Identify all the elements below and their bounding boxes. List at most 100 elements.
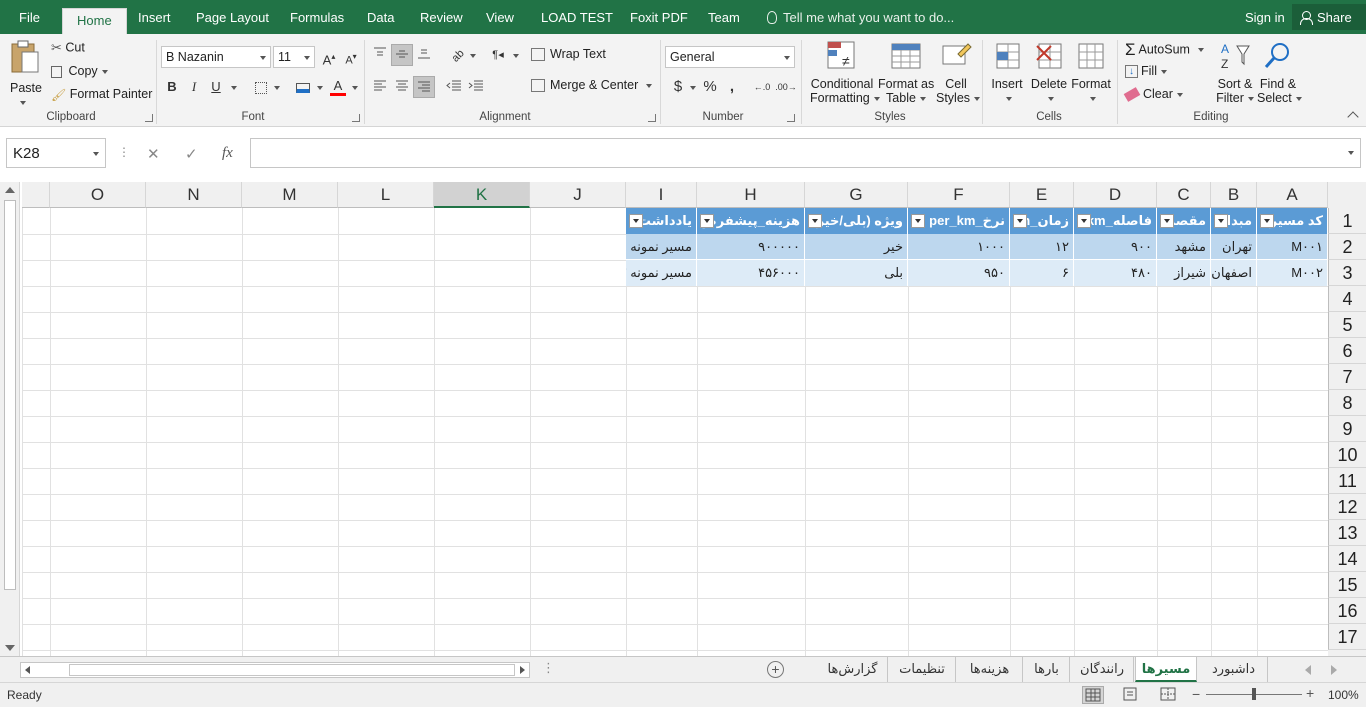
row-header-2[interactable]: 2 [1328, 234, 1366, 260]
align-bottom-icon[interactable] [413, 44, 435, 66]
comma-format-icon[interactable]: , [721, 76, 743, 98]
align-left-icon[interactable] [369, 76, 391, 98]
column-header-h[interactable]: H [697, 182, 805, 208]
table-cell[interactable]: ۴۸۰ [1074, 260, 1157, 286]
fill-color-icon[interactable] [292, 76, 314, 98]
font-size-select[interactable]: 11 [273, 46, 315, 68]
underline-button[interactable]: U [205, 76, 227, 98]
zoom-slider-knob[interactable] [1252, 688, 1256, 700]
row-header-11[interactable]: 11 [1328, 468, 1366, 494]
percent-format-icon[interactable]: % [699, 76, 721, 98]
bold-button[interactable]: B [161, 76, 183, 98]
filter-dropdown-icon[interactable] [911, 214, 925, 228]
column-header-g[interactable]: G [805, 182, 908, 208]
tab-review[interactable]: Review [420, 10, 463, 25]
alignment-launcher-icon[interactable] [648, 114, 656, 122]
split-handle-icon[interactable]: ⋮ [542, 660, 555, 676]
filter-dropdown-icon[interactable] [629, 214, 643, 228]
clipboard-launcher-icon[interactable] [145, 114, 153, 122]
table-cell[interactable]: بلی [805, 260, 908, 286]
column-header-o[interactable]: O [50, 182, 146, 208]
table-cell[interactable]: اصفهان [1211, 260, 1257, 286]
font-launcher-icon[interactable] [352, 114, 360, 122]
currency-format-icon[interactable]: $ [667, 76, 689, 98]
table-cell[interactable]: خیر [805, 234, 908, 260]
hscroll-thumb[interactable] [69, 664, 515, 676]
row-header-4[interactable]: 4 [1328, 286, 1366, 312]
column-header-f[interactable]: F [908, 182, 1010, 208]
row-header-7[interactable]: 7 [1328, 364, 1366, 390]
format-as-table-button[interactable]: Format as Table [878, 40, 934, 105]
table-header-cell[interactable]: یادداشت [626, 208, 697, 234]
align-center-icon[interactable] [391, 76, 413, 98]
column-header-n[interactable]: N [146, 182, 242, 208]
sheet-tab[interactable]: داشبورد [1200, 657, 1268, 682]
row-header-1[interactable]: 1 [1328, 208, 1366, 234]
next-sheet-icon[interactable] [1331, 665, 1337, 675]
paste-button[interactable]: Paste [8, 40, 42, 106]
table-header-cell[interactable]: ویژه (بلی/خیر) [805, 208, 908, 234]
sheet-tab[interactable]: هزینه‌ها [957, 657, 1023, 682]
table-header-cell[interactable]: نرخ_per_km [908, 208, 1010, 234]
tab-file[interactable]: File [19, 10, 40, 25]
table-cell[interactable]: مشهد [1157, 234, 1211, 260]
table-cell[interactable]: ۱۲ [1010, 234, 1074, 260]
italic-button[interactable]: I [183, 76, 205, 98]
zoom-out-icon[interactable]: − [1192, 686, 1200, 702]
vertical-scrollbar[interactable] [0, 182, 20, 656]
tab-load-test[interactable]: LOAD TEST [541, 10, 613, 25]
insert-cells-button[interactable]: Insert [989, 40, 1025, 105]
row-header-13[interactable]: 13 [1328, 520, 1366, 546]
font-color-icon[interactable]: A [330, 76, 346, 96]
table-cell[interactable]: ۴۵۶۰۰۰ [697, 260, 805, 286]
row-header-5[interactable]: 5 [1328, 312, 1366, 338]
font-name-select[interactable]: B Nazanin [161, 46, 271, 68]
table-cell[interactable]: مسیر نمونه ۲ [626, 260, 697, 286]
row-header-14[interactable]: 14 [1328, 546, 1366, 572]
fill-button[interactable]: ↓ Fill [1125, 64, 1167, 79]
column-header-m[interactable]: M [242, 182, 338, 208]
tab-page-layout[interactable]: Page Layout [196, 10, 269, 25]
table-header-cell[interactable]: هزینه_پیشفرض [697, 208, 805, 234]
table-cell[interactable]: M۰۰۲ [1257, 260, 1328, 286]
row-header-6[interactable]: 6 [1328, 338, 1366, 364]
align-right-icon[interactable] [413, 76, 435, 98]
filter-dropdown-icon[interactable] [1013, 214, 1027, 228]
scroll-thumb[interactable] [4, 200, 16, 590]
tell-me-box[interactable]: Tell me what you want to do... [767, 10, 954, 25]
cell-styles-button[interactable]: Cell Styles [936, 40, 981, 105]
insert-function-icon[interactable]: fx [222, 145, 233, 162]
cut-button[interactable]: ✂ Cut [51, 40, 85, 56]
column-header-k[interactable]: K [434, 182, 530, 208]
table-cell[interactable]: تهران [1211, 234, 1257, 260]
share-button[interactable]: Share [1292, 4, 1366, 30]
filter-dropdown-icon[interactable] [1214, 214, 1228, 228]
table-cell[interactable]: مسیر نمونه ۱ [626, 234, 697, 260]
sheet-tab[interactable]: گزارش‌ها [818, 657, 888, 682]
copy-button[interactable]: Copy [51, 64, 108, 78]
number-launcher-icon[interactable] [787, 114, 795, 122]
table-header-cell[interactable]: مبدا [1211, 208, 1257, 234]
number-format-select[interactable]: General [665, 46, 795, 68]
align-middle-icon[interactable] [391, 44, 413, 66]
column-header-l[interactable]: L [338, 182, 434, 208]
increase-indent-icon[interactable] [465, 76, 487, 98]
column-header-c[interactable]: C [1157, 182, 1211, 208]
table-header-cell[interactable]: کد مسیر [1257, 208, 1328, 234]
filter-dropdown-icon[interactable] [1160, 214, 1174, 228]
decrease-indent-icon[interactable] [443, 76, 465, 98]
zoom-slider[interactable] [1206, 688, 1302, 700]
add-sheet-icon[interactable]: + [767, 661, 784, 678]
page-break-view-icon[interactable] [1158, 686, 1180, 704]
table-header-cell[interactable]: مقصد [1157, 208, 1211, 234]
table-cell[interactable]: شیراز [1157, 260, 1211, 286]
row-header-10[interactable]: 10 [1328, 442, 1366, 468]
delete-cells-button[interactable]: Delete [1030, 40, 1068, 105]
sign-in-link[interactable]: Sign in [1245, 10, 1285, 25]
sheet-tab[interactable]: بارها [1024, 657, 1070, 682]
sheet-tab[interactable]: مسیرها [1135, 657, 1197, 682]
tab-home[interactable]: Home [62, 8, 127, 34]
table-cell[interactable]: ۹۵۰ [908, 260, 1010, 286]
row-header-12[interactable]: 12 [1328, 494, 1366, 520]
table-header-cell[interactable]: فاصله_km [1074, 208, 1157, 234]
